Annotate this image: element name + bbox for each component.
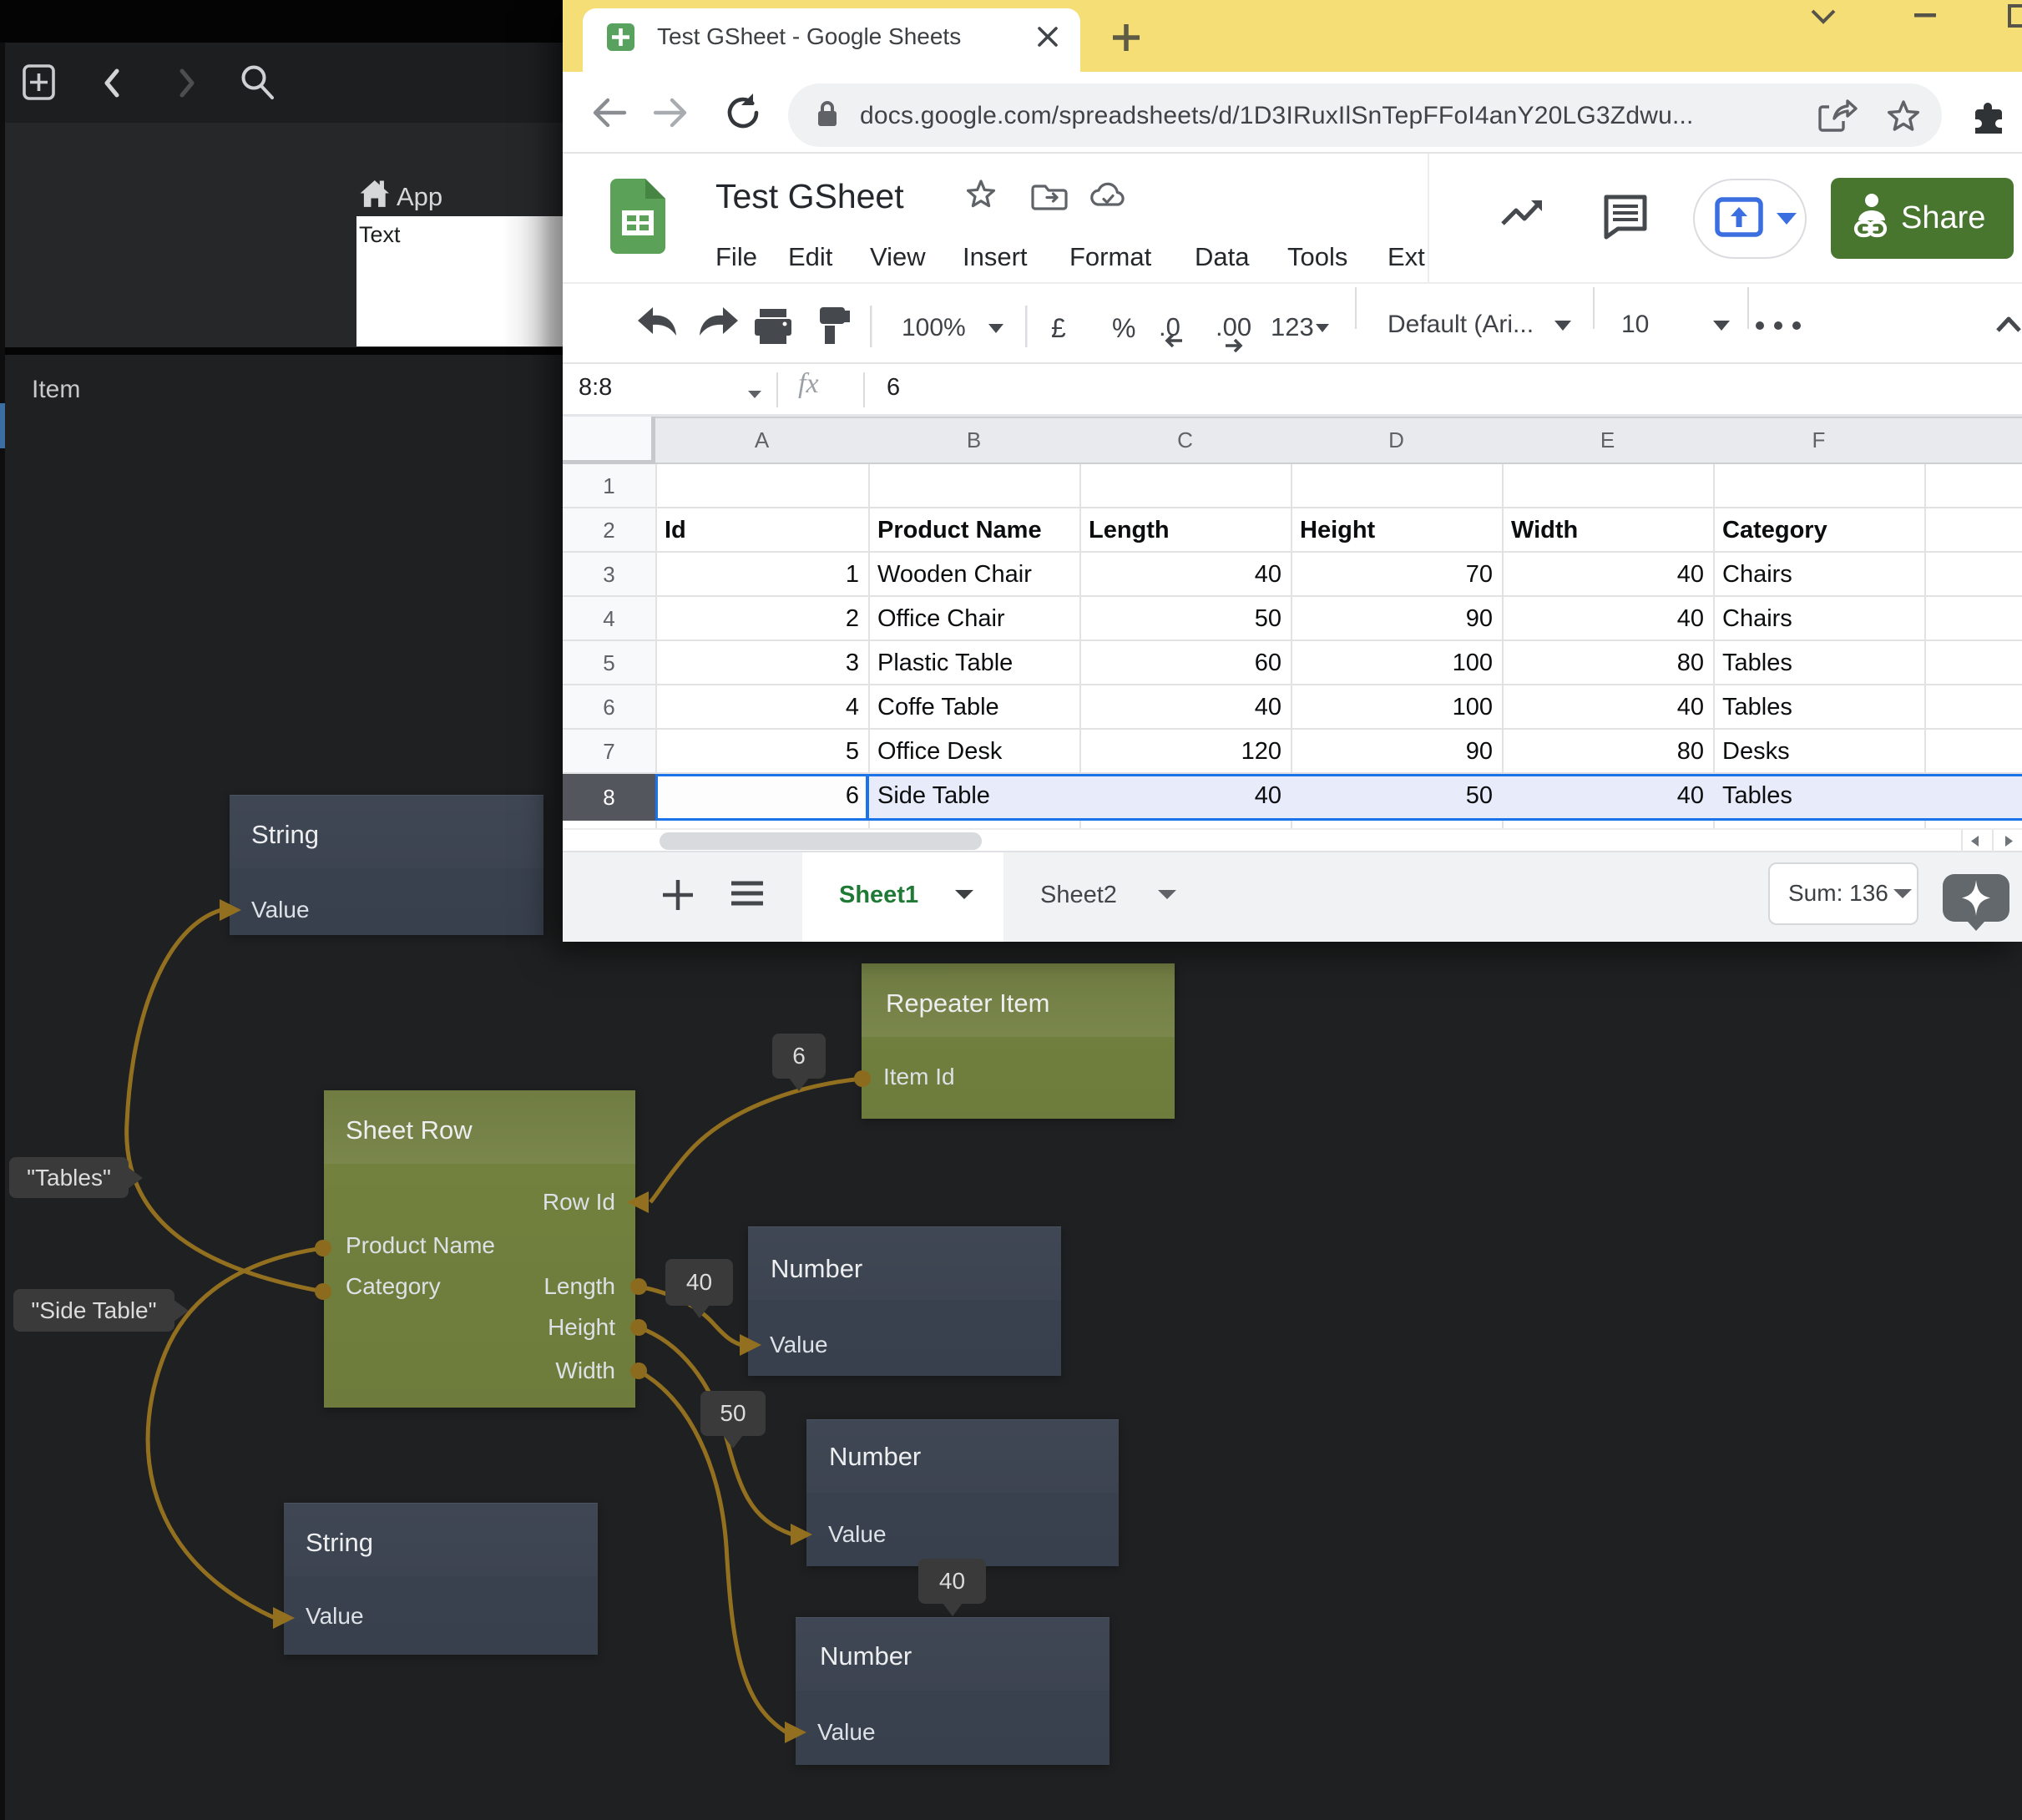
svg-text:.00: .00 (1216, 312, 1251, 341)
svg-text:100%: 100% (902, 314, 966, 341)
svg-text:£: £ (1051, 313, 1066, 343)
svg-text:%: % (1112, 313, 1135, 343)
svg-text:123: 123 (1271, 312, 1314, 341)
